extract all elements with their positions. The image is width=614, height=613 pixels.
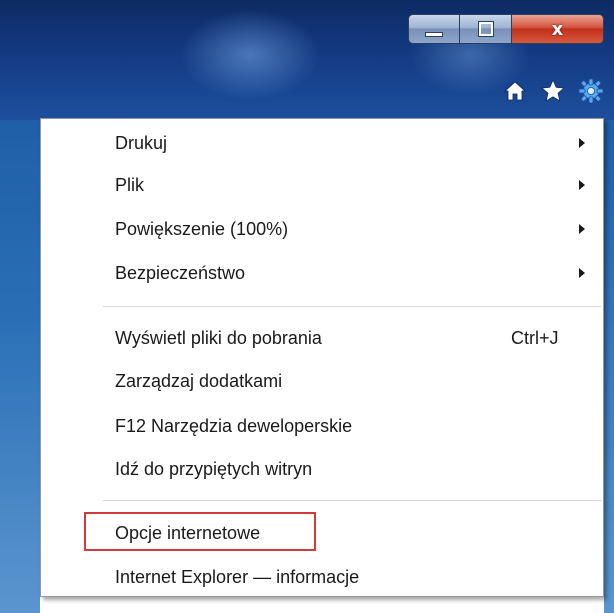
submenu-arrow-icon [579, 138, 585, 148]
menu-separator [103, 306, 601, 308]
restore-icon [477, 21, 494, 37]
menu-item-label: Plik [115, 175, 145, 195]
tools-gear-icon[interactable] [578, 78, 604, 104]
menu-item-label: F12 Narzędzia deweloperskie [115, 416, 353, 436]
submenu-arrow-icon [579, 224, 585, 234]
menu-item-about-ie[interactable]: Internet Explorer — informacje [43, 557, 601, 597]
highlight-annotation [84, 512, 316, 551]
caption-buttons: x [408, 14, 604, 44]
menu-item-pinned-sites[interactable]: Idź do przypiętych witryn [43, 449, 601, 489]
submenu-arrow-icon [579, 180, 585, 190]
restore-button[interactable] [460, 15, 512, 43]
window-left-frame [0, 120, 40, 613]
menu-item-label: Powiększenie (100%) [115, 219, 289, 239]
menu-separator [103, 500, 601, 502]
close-icon: x [551, 18, 564, 40]
menu-item-file[interactable]: Plik [43, 165, 601, 205]
menu-item-label: Wyświetl pliki do pobrania [115, 328, 322, 348]
menu-item-zoom[interactable]: Powiększenie (100%) [43, 209, 601, 249]
menu-item-developer-tools[interactable]: F12 Narzędzia deweloperskie [43, 406, 601, 446]
menu-item-label: Internet Explorer — informacje [115, 567, 360, 587]
favorites-star-icon[interactable] [540, 78, 566, 104]
menu-item-shortcut: Ctrl+J [511, 328, 559, 348]
submenu-arrow-icon [579, 268, 585, 278]
menu-item-manage-addons[interactable]: Zarządzaj dodatkami [43, 361, 601, 401]
menu-item-label: Bezpieczeństwo [115, 263, 246, 283]
menu-item-safety[interactable]: Bezpieczeństwo [43, 253, 601, 293]
minimize-button[interactable] [409, 15, 461, 43]
minimize-icon [425, 31, 444, 37]
command-icons [474, 76, 604, 106]
menu-item-label: Idź do przypiętych witryn [115, 459, 313, 479]
menu-item-label: Drukuj [115, 133, 168, 153]
close-button[interactable]: x [511, 15, 603, 43]
menu-item-view-downloads[interactable]: Wyświetl pliki do pobrania Ctrl+J [43, 318, 601, 358]
home-icon[interactable] [502, 78, 528, 104]
menu-item-print[interactable]: Drukuj [43, 123, 601, 163]
window-right-frame [604, 120, 614, 613]
menu-item-label: Zarządzaj dodatkami [115, 371, 283, 391]
